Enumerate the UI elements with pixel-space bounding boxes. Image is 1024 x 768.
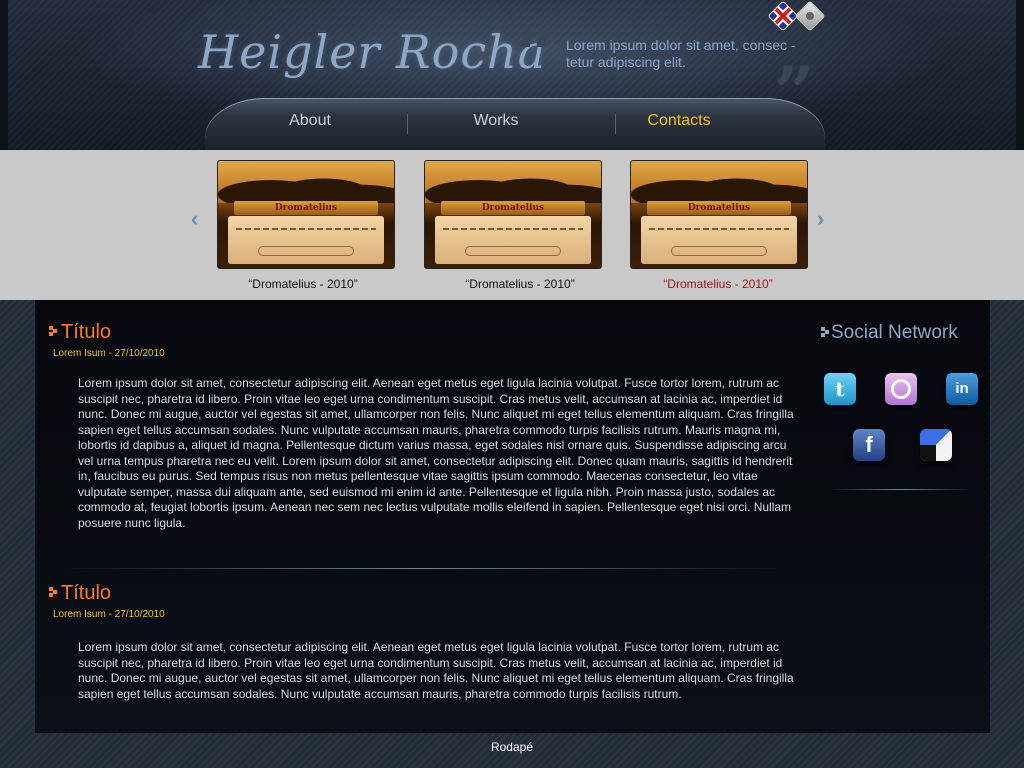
quote-open-icon: “ [516,13,557,96]
linkedin-icon[interactable]: in [946,373,978,405]
nav-item-about[interactable]: About [220,112,400,130]
header-left-edge [0,0,8,150]
sidebar-title-text: Social Network [831,322,958,343]
twitter-icon[interactable]: t [824,373,856,405]
site-footer: Rodapé [490,740,534,754]
flickr-icon[interactable] [885,373,917,405]
gallery-caption-active[interactable]: “Dromatelius - 2010” [608,277,828,291]
gallery-thumbnail[interactable]: Dromatelius [630,160,808,269]
nav-item-works[interactable]: Works [406,112,586,130]
delicious-icon[interactable] [920,429,952,461]
gallery-thumbnail[interactable]: Dromatelius [217,160,395,269]
thumbnail-scroll-art [435,216,591,264]
header-right-edge [1016,0,1024,150]
bullet-icon [821,327,829,337]
gallery-prev-icon[interactable]: ‹ [191,208,205,230]
post-title-text: Título [61,321,112,343]
thumbnail-banner: Dromatelius [647,201,791,215]
thumbnail-scroll-art [641,216,797,264]
gallery-caption[interactable]: “Dromatelius - 2010” [410,277,630,291]
post-divider [63,568,783,569]
site-logo[interactable]: Heigler Rocha [198,14,545,90]
gallery-caption[interactable]: “Dromatelius - 2010” [193,277,413,291]
bullet-icon [49,326,57,336]
main-content: Título Lorem Isum - 27/10/2010 Lorem ips… [35,300,990,733]
header-tagline: Lorem ipsum dolor sit amet, consec - tet… [566,37,796,70]
flickr-ring-icon [891,378,911,399]
post-title-text: Título [61,582,112,604]
thumbnail-scroll-art [228,216,384,264]
delicious-square-icon [920,445,936,461]
works-gallery: ‹ › Dromatelius “Dromatelius - 2010” Dro… [0,150,1024,300]
thumbnail-castle-art [218,161,394,203]
post-title[interactable]: Título [49,582,111,605]
thumbnail-banner: Dromatelius [441,201,585,215]
facebook-icon[interactable]: f [853,429,885,461]
thumbnail-castle-art [425,161,601,203]
thumbnail-castle-art [631,161,807,203]
post-title[interactable]: Título [49,321,111,344]
post-body: Lorem ipsum dolor sit amet, consectetur … [78,640,794,701]
en-flag-icon[interactable] [767,0,799,32]
post-date: Lorem Isum - 27/10/2010 [53,609,165,620]
nav-item-contacts[interactable]: Contacts [589,112,769,130]
bullet-icon [49,587,57,597]
main-nav: About Works Contacts [205,98,825,150]
sidebar-title: Social Network [821,322,958,344]
post-body: Lorem ipsum dolor sit amet, consectetur … [78,376,794,530]
gallery-next-icon[interactable]: › [817,208,831,230]
site-header: Heigler Rocha “ ” Lorem ipsum dolor sit … [0,0,1024,150]
gallery-thumbnail[interactable]: Dromatelius [424,160,602,269]
language-icon[interactable] [794,0,826,32]
post-date: Lorem Isum - 27/10/2010 [53,348,165,359]
thumbnail-banner: Dromatelius [234,201,378,215]
sidebar-divider [831,489,971,490]
